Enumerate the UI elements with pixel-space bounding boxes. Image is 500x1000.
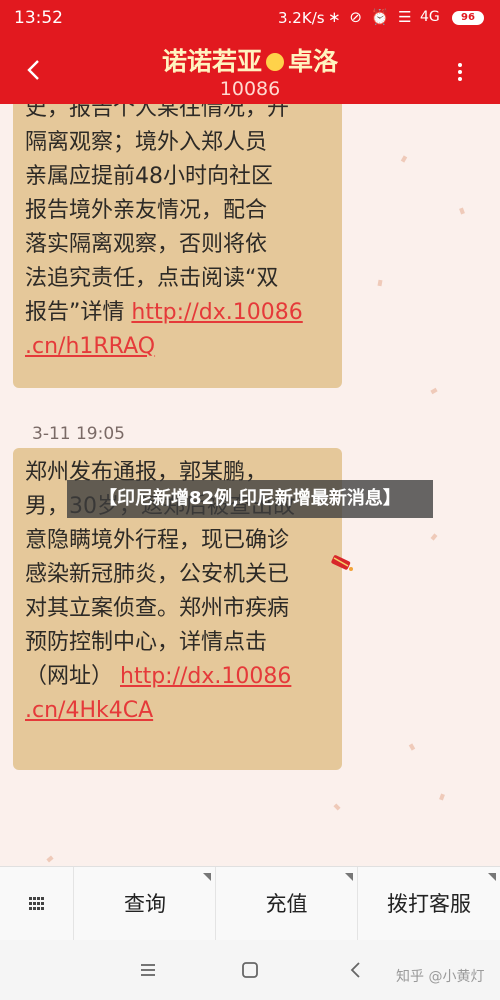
message-line: 对其立案侦查。郑州市疾病	[25, 596, 290, 621]
confetti-decoration	[333, 803, 341, 811]
confetti-decoration	[408, 743, 416, 751]
keyboard-icon[interactable]	[0, 867, 74, 941]
message-line: 预防控制中心，详情点击	[25, 630, 268, 655]
headline-banner: 【印尼新增82例,印尼新增最新消息】	[67, 480, 433, 518]
confetti-decoration	[377, 279, 383, 287]
confetti-decoration	[430, 387, 438, 395]
confetti-decoration	[439, 793, 445, 801]
sender-name-left: 诺诺若亚	[161, 47, 262, 76]
app-header: 13:52 3.2K/s ∗ ⊘ ⏰ ☰ 4G 96 诺诺若亚 卓洛 10086	[0, 0, 500, 104]
watermark: 知乎 @小黄灯	[396, 969, 485, 985]
message-line: 隔离观察；境外入郑人员	[25, 130, 268, 155]
status-network-speed: 3.2K/s	[278, 9, 325, 27]
message-link-continued[interactable]: .cn/4Hk4CA	[25, 698, 153, 723]
message-link[interactable]: http://dx.10086	[120, 664, 291, 689]
sender-number: 10086	[219, 78, 281, 100]
message-line: （网址） http://dx.10086	[25, 660, 332, 694]
message-text: 报告”详情	[25, 300, 132, 325]
confetti-decoration	[459, 207, 465, 215]
message-line: 亲属应提前48小时向社区	[25, 164, 273, 189]
message-line: 报告”详情 http://dx.10086	[25, 296, 332, 330]
message-line: 史，报告个人某往情况，开	[25, 104, 290, 121]
message-line: 感染新冠肺炎，公安机关已	[25, 562, 290, 587]
status-bar: 13:52 3.2K/s ∗ ⊘ ⏰ ☰ 4G 96	[0, 0, 500, 36]
battery-icon: 96	[452, 11, 484, 25]
confetti-decoration	[400, 155, 408, 163]
more-vertical-icon[interactable]	[450, 60, 470, 88]
menu-query-button[interactable]: 查询	[75, 867, 216, 941]
sender-name-right: 卓洛	[288, 47, 339, 76]
message-bubble[interactable]: 史，报告个人某往情况，开 隔离观察；境外入郑人员 亲属应提前48小时向社区 报告…	[13, 104, 342, 388]
message-line: 意隐瞒境外行程，现已确诊	[25, 528, 290, 553]
status-time: 13:52	[14, 8, 63, 28]
firecracker-icon	[330, 552, 356, 574]
status-signal: 4G	[420, 9, 440, 25]
message-link[interactable]: http://dx.10086	[131, 300, 302, 325]
status-icons: ∗ ⊘ ⏰ ☰	[328, 8, 414, 26]
message-line: .cn/4Hk4CA	[25, 694, 332, 728]
menu-recharge-button[interactable]: 充值	[216, 867, 358, 941]
message-line: 报告境外亲友情况，配合	[25, 198, 268, 223]
message-timestamp: 3-11 19:05	[32, 424, 125, 444]
home-square-icon[interactable]	[238, 958, 262, 982]
conversation-title: 诺诺若亚 卓洛	[0, 42, 500, 78]
bottom-menu: 查询 充值 拨打客服	[0, 866, 500, 941]
dot-icon	[266, 53, 284, 71]
back-triangle-icon[interactable]	[344, 958, 368, 982]
message-line: 法追究责任，点击阅读“双	[25, 266, 279, 291]
message-line: .cn/h1RRAQ	[25, 330, 332, 364]
message-link-continued[interactable]: .cn/h1RRAQ	[25, 334, 155, 359]
menu-icon[interactable]	[136, 958, 160, 982]
menu-call-service-button[interactable]: 拨打客服	[358, 867, 500, 941]
confetti-decoration	[46, 855, 54, 863]
confetti-decoration	[430, 533, 438, 541]
message-text: （网址）	[25, 664, 120, 689]
message-line: 落实隔离观察，否则将依	[25, 232, 268, 257]
